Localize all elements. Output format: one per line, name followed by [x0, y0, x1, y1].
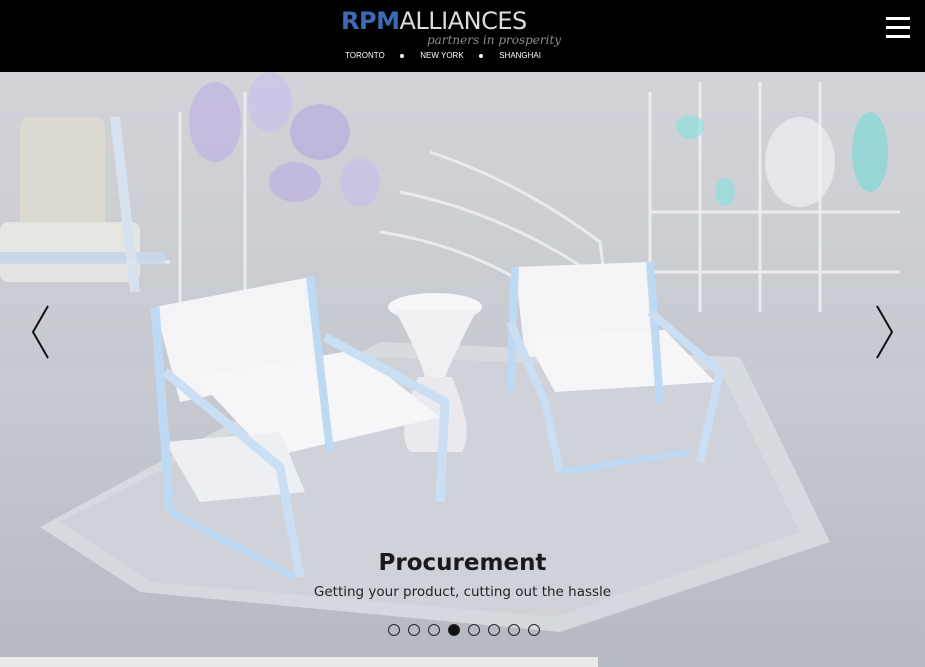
slider-dot-5[interactable]	[468, 624, 480, 636]
hero-slider: Procurement Getting your product, cuttin…	[0, 72, 925, 667]
slider-next-button[interactable]	[874, 304, 896, 360]
city-separator-dot	[400, 53, 405, 58]
city-shanghai: SHANGHAI	[499, 51, 541, 60]
slider-dot-8[interactable]	[528, 624, 540, 636]
slider-dot-4[interactable]	[448, 624, 460, 636]
slide-subtitle: Getting your product, cutting out the ha…	[313, 584, 612, 600]
slide-caption: Procurement Getting your product, cuttin…	[0, 550, 925, 600]
city-new-york: NEW YORK	[420, 51, 464, 60]
logo-cities: TORONTO NEW YORK SHANGHAI	[345, 51, 541, 60]
chevron-right-icon	[876, 305, 894, 359]
slider-dot-2[interactable]	[408, 624, 420, 636]
logo-rpm-text: RPM	[341, 7, 400, 35]
slider-dot-7[interactable]	[508, 624, 520, 636]
logo-alliances-text: ALLIANCES	[399, 7, 527, 35]
logo-tagline: partners in prosperity	[427, 33, 562, 47]
content-panel-edge	[0, 657, 598, 667]
site-header: RPMALLIANCES partners in prosperity TORO…	[0, 0, 925, 72]
slider-pagination	[388, 624, 540, 636]
city-separator-dot	[479, 53, 484, 58]
city-toronto: TORONTO	[345, 51, 385, 60]
slider-prev-button[interactable]	[29, 304, 51, 360]
slider-dot-1[interactable]	[388, 624, 400, 636]
logo-wordmark: RPMALLIANCES	[341, 6, 527, 36]
rpm-alliances-logo[interactable]: RPMALLIANCES partners in prosperity TORO…	[341, 6, 561, 66]
chevron-left-icon	[31, 305, 49, 359]
slider-dot-3[interactable]	[428, 624, 440, 636]
slide-title: Procurement	[378, 550, 547, 576]
hamburger-menu-icon[interactable]	[884, 15, 912, 41]
slider-dot-6[interactable]	[488, 624, 500, 636]
